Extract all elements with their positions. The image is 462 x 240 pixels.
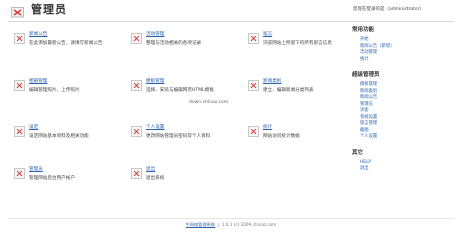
sidebar-section-other: 其它 HELP 退出 bbox=[352, 149, 452, 173]
tile-activities[interactable]: 活动管理 整理与活动相关的各项记录 bbox=[131, 31, 241, 65]
footer-link[interactable]: 牛网络管理系统 bbox=[186, 222, 215, 227]
broken-image-icon bbox=[131, 126, 142, 137]
tile-title[interactable]: 模板管理 bbox=[146, 78, 164, 84]
sidebar-section-title: 常用功能 bbox=[352, 27, 375, 33]
tile-desc: 浏览网站上所留下的所有留言信息 bbox=[263, 41, 332, 46]
tile-title[interactable]: 新闻公告 bbox=[29, 31, 47, 37]
tile-title[interactable]: 设定 bbox=[29, 124, 38, 130]
broken-image-icon bbox=[14, 168, 25, 179]
broken-image-icon bbox=[248, 126, 259, 137]
broken-image-icon bbox=[14, 126, 25, 137]
tile-title[interactable]: 留言 bbox=[263, 31, 272, 37]
tile-statistics[interactable]: 统计 网站访问统计数据 bbox=[248, 124, 358, 158]
sidebar-section-title: 其它 bbox=[352, 149, 364, 156]
tile-desc: 网站访问统计数据 bbox=[263, 134, 300, 139]
footer-version: 1.0.1 (c) 2009 chinaz.com bbox=[221, 222, 277, 227]
sidebar-item-logout[interactable]: 退出 bbox=[352, 166, 452, 173]
tile-personal-settings[interactable]: 个人设置 更改网站管理员密码及个人资料 bbox=[131, 124, 241, 158]
broken-image-icon bbox=[131, 80, 142, 91]
broken-image-icon bbox=[14, 33, 25, 44]
sidebar: 常用功能 开始 新闻公告（新增） 活动管理 统计 超级管理员 模板管理 新闻类别… bbox=[352, 26, 452, 181]
tile-desc: 管理网站后台用户帐户 bbox=[29, 176, 75, 181]
broken-image-icon bbox=[248, 80, 259, 91]
tile-desc: 编辑管理照片，上传照片 bbox=[29, 88, 80, 93]
tile-title[interactable]: 管理员 bbox=[29, 166, 43, 172]
tile-news-categories[interactable]: 新闻类别 建立、编辑新闻分类列表 bbox=[248, 78, 358, 112]
tile-desc: 设定网站基本资料及相关功能 bbox=[29, 134, 89, 139]
sidebar-item-statistics[interactable]: 统计 bbox=[352, 57, 452, 64]
tile-desc: 退出系统 bbox=[146, 176, 165, 181]
tile-settings[interactable]: 设定 设定网站基本资料及相关功能 bbox=[14, 124, 124, 158]
watermark: down.chinaz.com bbox=[189, 100, 229, 105]
footer: 牛网络管理系统 | 1.0.1 (c) 2009 chinaz.com bbox=[185, 222, 277, 227]
dashboard-tiles: 新闻公告 在此添加最新公告，请填写新闻公告 活动管理 整理与活动相关的各项记录 … bbox=[0, 0, 360, 231]
tile-desc: 选择、安装与编辑网页HTML模板 bbox=[146, 88, 214, 93]
tile-templates[interactable]: 模板管理 选择、安装与编辑网页HTML模板 bbox=[131, 78, 241, 112]
sidebar-section-title: 超级管理员 bbox=[352, 72, 380, 78]
broken-image-icon bbox=[131, 168, 142, 179]
tile-administrators[interactable]: 管理员 管理网站后台用户帐户 bbox=[14, 166, 124, 200]
tile-desc: 整理与活动相关的各项记录 bbox=[146, 41, 202, 46]
tile-title[interactable]: 统计 bbox=[263, 124, 272, 130]
sidebar-section-superadmin: 超级管理员 模板管理 新闻类别 新闻公告 管理员 访客 系统设置 留言管理 截图… bbox=[352, 71, 452, 141]
tile-title[interactable]: 退出 bbox=[146, 166, 155, 172]
footer-divider bbox=[8, 218, 454, 219]
sidebar-section-common: 常用功能 开始 新闻公告（新增） 活动管理 统计 bbox=[352, 26, 452, 63]
tile-title[interactable]: 新闻类别 bbox=[263, 78, 281, 84]
tile-guestbook[interactable]: 留言 浏览网站上所留下的所有留言信息 bbox=[248, 31, 358, 65]
tile-news[interactable]: 新闻公告 在此添加最新公告，请填写新闻公告 bbox=[14, 31, 124, 65]
tile-title[interactable]: 个人设置 bbox=[146, 124, 164, 130]
broken-image-icon bbox=[131, 33, 142, 44]
tile-desc: 在此添加最新公告，请填写新闻公告 bbox=[29, 41, 103, 46]
tile-title[interactable]: 相册管理 bbox=[29, 78, 47, 84]
tile-photos[interactable]: 相册管理 编辑管理照片，上传照片 bbox=[14, 78, 124, 112]
sidebar-item-personal-settings[interactable]: 个人设置 bbox=[352, 134, 452, 141]
tile-logout[interactable]: 退出 退出系统 bbox=[131, 166, 241, 200]
welcome-text: 您现在登录的是（administrator） bbox=[353, 7, 424, 12]
tile-desc: 建立、编辑新闻分类列表 bbox=[263, 88, 314, 93]
broken-image-icon bbox=[248, 33, 259, 44]
tile-desc: 更改网站管理员密码及个人资料 bbox=[146, 134, 211, 139]
broken-image-icon bbox=[14, 80, 25, 91]
tile-title[interactable]: 活动管理 bbox=[146, 31, 164, 37]
